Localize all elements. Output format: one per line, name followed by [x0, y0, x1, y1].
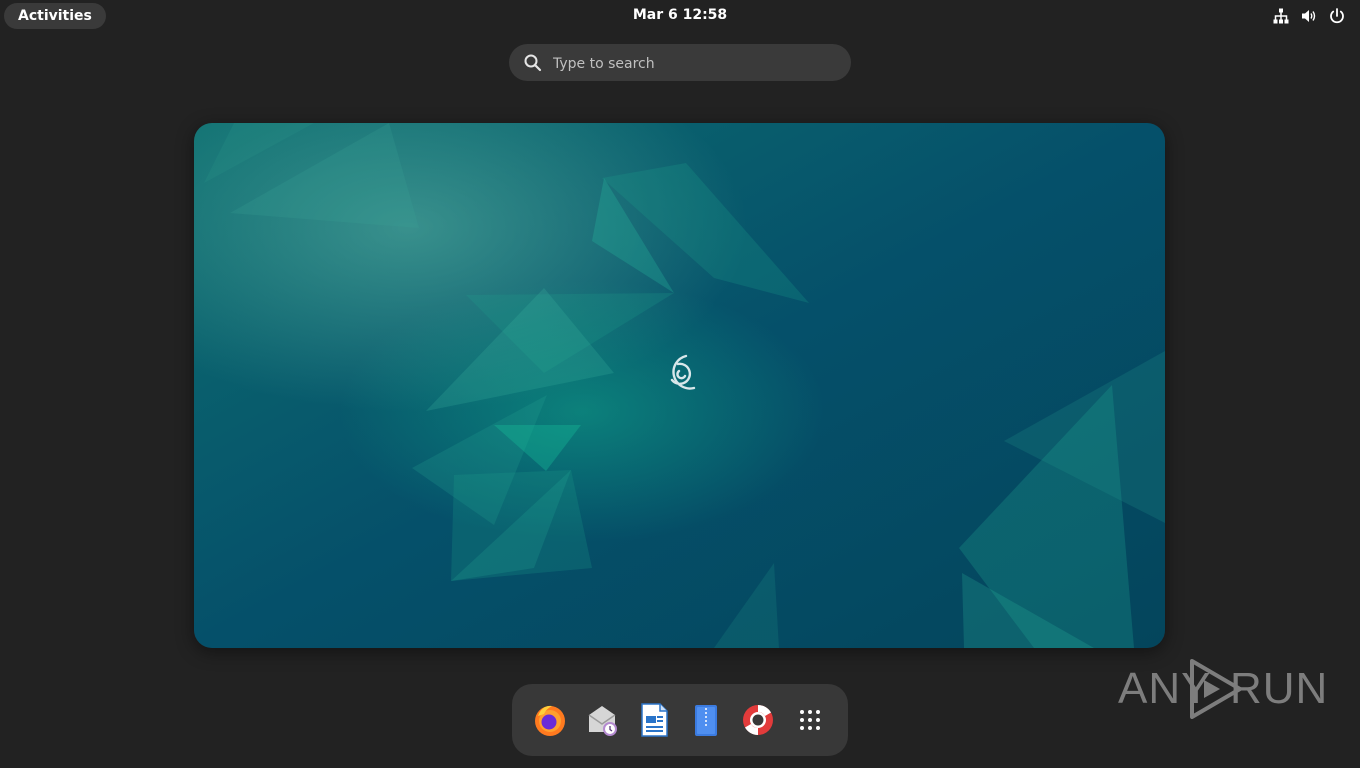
search-bar[interactable] [509, 44, 851, 83]
date-time-button[interactable]: Mar 6 12:58 [633, 7, 727, 23]
evolution-mail-icon [588, 706, 617, 736]
top-bar: Activities Mar 6 12:58 [0, 0, 1360, 32]
dash-app-firefox[interactable] [532, 702, 568, 738]
watermark-right-text: RUN [1230, 664, 1329, 713]
activities-button[interactable]: Activities [4, 3, 106, 29]
firefox-icon [535, 705, 565, 736]
archive-icon [695, 705, 717, 736]
desktop-wallpaper [194, 123, 1165, 648]
dash [512, 684, 848, 756]
search-icon [524, 54, 542, 72]
clock-area: Mar 6 12:58 [0, 0, 1360, 31]
show-applications-button[interactable] [792, 702, 828, 738]
dash-app-writer[interactable] [636, 702, 672, 738]
workspace-thumbnail[interactable] [194, 123, 1165, 648]
dash-app-archive[interactable] [688, 702, 724, 738]
writer-icon [641, 703, 668, 737]
anyrun-watermark: ANY RUN [1118, 656, 1327, 722]
search-input[interactable] [551, 44, 845, 83]
dash-app-evolution[interactable] [584, 702, 620, 738]
system-tray[interactable] [1272, 7, 1346, 25]
help-icon [743, 705, 773, 735]
dash-app-help[interactable] [740, 702, 776, 738]
app-grid-icon [800, 710, 820, 730]
network-icon[interactable] [1272, 7, 1290, 25]
volume-icon[interactable] [1300, 7, 1318, 25]
power-icon[interactable] [1328, 7, 1346, 25]
